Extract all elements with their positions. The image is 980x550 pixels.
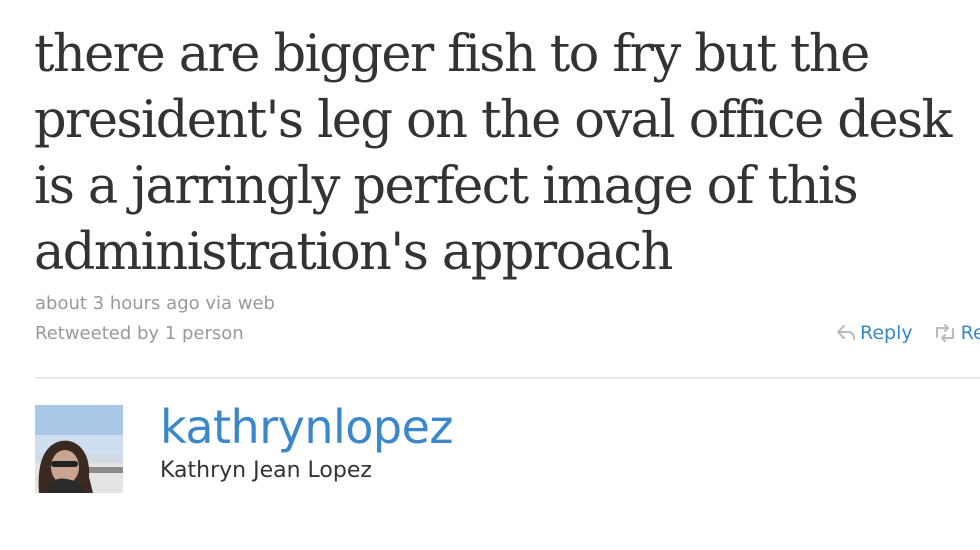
screen-name-link[interactable]: kathrynlopez: [160, 400, 454, 454]
reply-label: Reply: [860, 322, 913, 344]
retweet-count[interactable]: Retweeted by 1 person: [35, 323, 244, 344]
tweet-page: there are bigger fish to fry but the pre…: [0, 0, 980, 550]
divider: [35, 377, 980, 379]
avatar[interactable]: [35, 405, 123, 493]
retweet-arrows-icon: [933, 324, 957, 347]
full-name: Kathryn Jean Lopez: [160, 458, 372, 483]
tweet-actions: Reply Re: [836, 322, 980, 347]
reply-button[interactable]: Reply: [836, 322, 913, 347]
reply-arrow-icon: [836, 324, 856, 347]
tweet-timestamp[interactable]: about 3 hours ago via web: [35, 293, 275, 314]
tweet-text: there are bigger fish to fry but the pre…: [34, 25, 952, 282]
retweet-button[interactable]: Re: [933, 322, 980, 347]
avatar-photo: [35, 405, 123, 493]
retweet-label: Re: [960, 322, 980, 344]
